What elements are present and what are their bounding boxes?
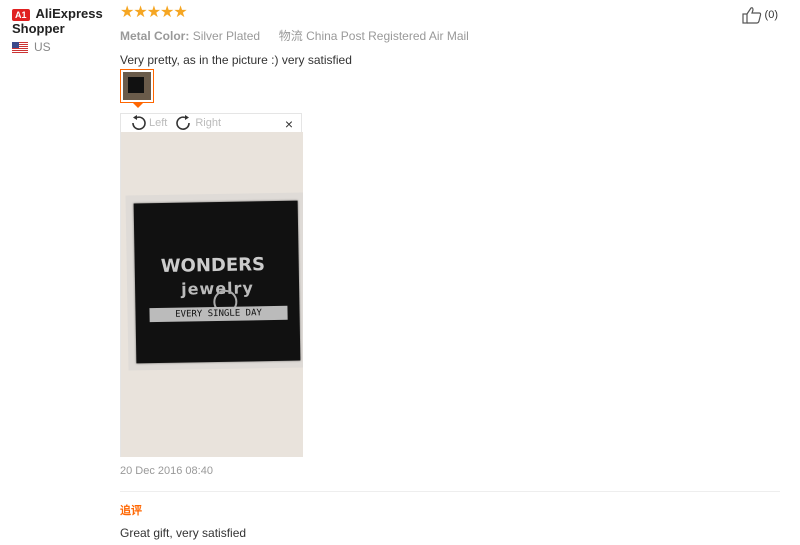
rotate-right-button[interactable]: Right	[175, 115, 221, 131]
order-info: Metal Color: Silver Plated 物流 China Post…	[120, 27, 780, 44]
review-body: ★★★★★ Metal Color: Silver Plated 物流 Chin…	[120, 4, 780, 540]
photo-text-line1: WONDERS	[160, 254, 266, 277]
divider	[120, 491, 780, 492]
rotate-right-icon	[176, 115, 191, 130]
country-label: US	[34, 40, 51, 54]
reviewer-info: A1 AliExpress Shopper US	[12, 6, 117, 54]
metal-color-label: Metal Color:	[120, 29, 190, 43]
metal-color-value: Silver Plated	[192, 29, 261, 43]
review-photo-thumbnail[interactable]	[120, 69, 154, 103]
viewer-toolbar: Left Right ×	[121, 114, 301, 132]
helpful-count: (0)	[764, 9, 778, 21]
additional-review-text: Great gift, very satisfied	[120, 526, 247, 540]
thumbs-up-icon	[741, 7, 761, 24]
us-flag-icon	[12, 41, 28, 53]
shipping-value: China Post Registered Air Mail	[306, 29, 469, 43]
rotate-left-label: Left	[149, 117, 168, 129]
close-viewer-button[interactable]: ×	[285, 116, 293, 132]
rotate-right-label: Right	[195, 117, 222, 129]
additional-review-label: 追评	[120, 505, 142, 517]
helpful-button[interactable]: (0)	[741, 6, 778, 24]
rotate-left-icon	[132, 115, 146, 130]
review-text: Very pretty, as in the picture :) very s…	[120, 53, 352, 67]
thumbnail-caret	[132, 102, 144, 108]
rating-stars: ★★★★★	[120, 4, 188, 21]
level-badge: A1	[12, 9, 30, 21]
reviewer-name-line2: Shopper	[12, 21, 65, 36]
photo-viewer: Left Right × WONDERS jewelry EVERY SINGL…	[120, 113, 303, 457]
review-photo: WONDERS jewelry EVERY SINGLE DAY	[121, 132, 303, 457]
photo-text-bar: EVERY SINGLE DAY	[149, 305, 288, 323]
review-date: 20 Dec 2016 08:40	[120, 465, 213, 477]
reviewer-country: US	[12, 40, 117, 54]
thumbnail-image	[123, 72, 151, 100]
rotate-left-button[interactable]: Left	[129, 115, 167, 131]
reviewer-name: AliExpress	[35, 6, 103, 21]
photo-card: WONDERS jewelry EVERY SINGLE DAY	[133, 200, 301, 364]
shipping-label: 物流	[278, 29, 303, 43]
